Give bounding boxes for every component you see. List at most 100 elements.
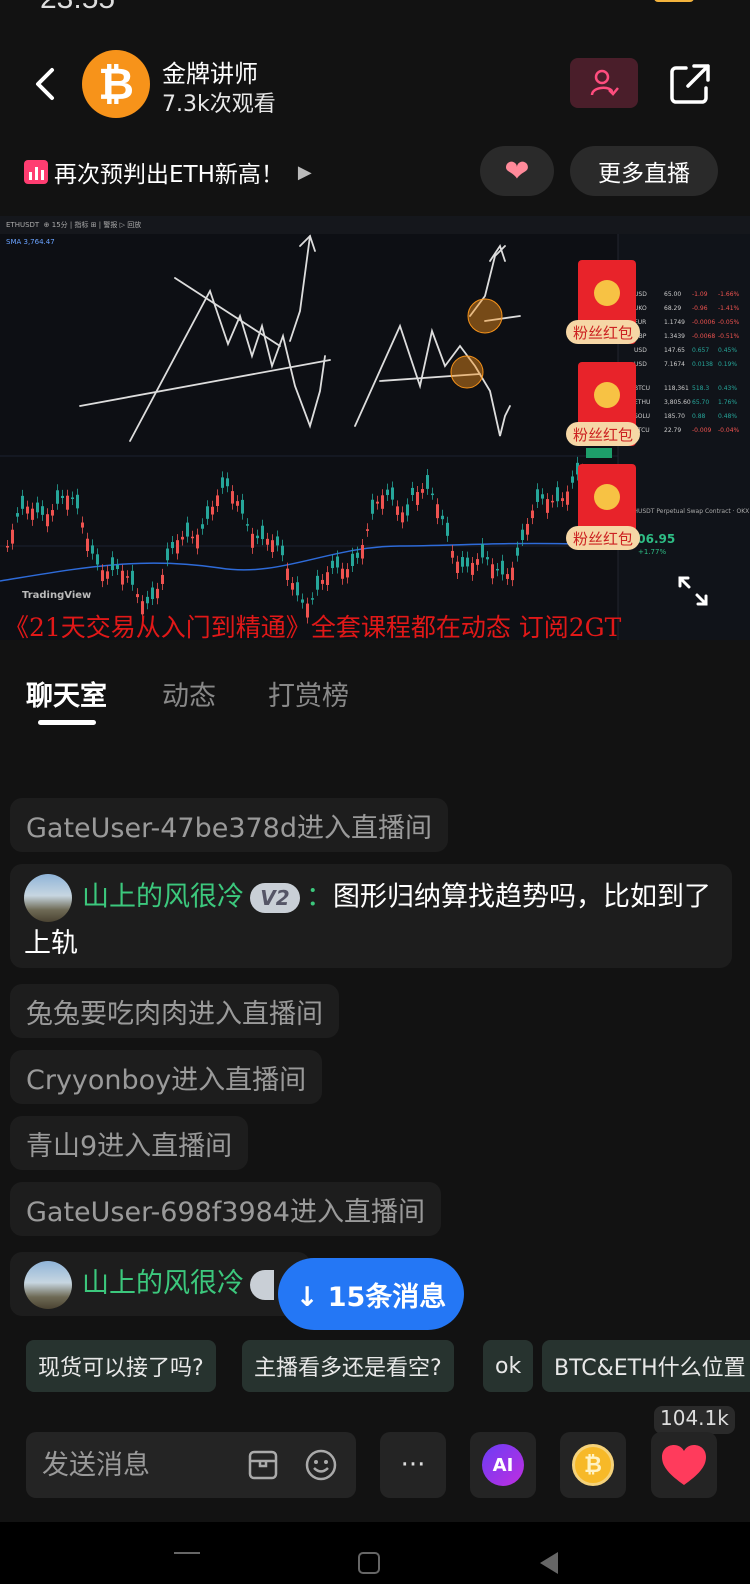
candle-body (216, 495, 219, 506)
candle-body (96, 554, 99, 565)
watchlist-cell: 185.70 (664, 413, 685, 420)
chat-message[interactable]: 山上的风很冷 V2 ：图形归纳算找趋势吗，比如到了上轨 (10, 864, 732, 968)
watchlist-cell: -0.96 (692, 305, 708, 312)
chat-username[interactable]: 山上的风很冷 (82, 1268, 244, 1299)
message-input[interactable] (42, 1440, 232, 1490)
live-topic[interactable]: 再次预判出ETH新高！ ▶ (24, 150, 312, 194)
quick-reply[interactable]: 现货可以接了吗? (26, 1340, 216, 1392)
candle-body (341, 568, 344, 579)
video-marquee: 《21天交易从入门到精通》全套课程都在动态 订阅2GT (4, 613, 622, 642)
chat-message-partial[interactable]: 山上的风很冷 (10, 1252, 310, 1316)
candle-body (496, 568, 499, 571)
candle-body (491, 564, 494, 579)
share-icon[interactable] (668, 62, 712, 106)
follow-button[interactable] (570, 58, 638, 108)
topic-text: 再次预判出ETH新高！ (54, 162, 284, 188)
candle-body (206, 506, 209, 519)
tab-bar: 聊天室 动态 打赏榜 (0, 660, 750, 730)
menu-nav-icon[interactable] (174, 1552, 200, 1554)
red-packet-label-3[interactable]: 粉丝红包 (566, 526, 640, 550)
ai-button[interactable]: AI (470, 1432, 536, 1498)
watchlist-cell: -1.09 (692, 291, 708, 298)
chat-entry: Cryyonboy进入直播间 (10, 1050, 323, 1104)
candle-body (511, 567, 514, 581)
like-button[interactable] (651, 1432, 717, 1498)
candle-body (421, 489, 424, 493)
fullscreen-icon[interactable] (676, 574, 710, 608)
quick-reply[interactable]: BTC&ETH什么位置 (542, 1340, 750, 1392)
heart-icon (662, 1445, 706, 1485)
emoji-icon[interactable] (304, 1448, 338, 1482)
system-nav-bar (0, 1522, 750, 1584)
candle-body (521, 529, 524, 541)
coin-icon (594, 382, 620, 408)
candle-body (391, 487, 394, 500)
quick-reply[interactable]: ok (483, 1340, 534, 1392)
candle-body (406, 504, 409, 516)
candle-body (171, 541, 174, 549)
watchlist-cell: 118,361 (664, 385, 689, 392)
new-messages-button[interactable]: ↓ 15条消息 (278, 1258, 464, 1330)
candle-body (36, 502, 39, 513)
candle-body (251, 533, 254, 548)
avatar[interactable] (24, 874, 72, 922)
candle-body (241, 499, 244, 514)
gift-coin-button[interactable]: ₿ (560, 1432, 626, 1498)
home-nav-icon[interactable] (358, 1552, 380, 1574)
more-live-button[interactable]: 更多直播 (570, 146, 718, 196)
candle-body (481, 544, 484, 558)
candle-body (351, 553, 354, 566)
candle-body (536, 489, 539, 502)
candle-body (71, 497, 74, 499)
candle-body (466, 557, 469, 567)
candle-body (371, 499, 374, 514)
candle-body (86, 538, 89, 552)
host-avatar[interactable]: ₿ (82, 50, 150, 118)
candle-body (561, 498, 564, 502)
heart-hands-button[interactable]: ❤ (480, 146, 554, 196)
tab-chat[interactable]: 聊天室 (26, 674, 107, 713)
back-nav-icon[interactable] (540, 1552, 558, 1574)
avatar[interactable] (24, 1260, 72, 1309)
host-name[interactable]: 金牌讲师 (162, 54, 258, 89)
tab-leaderboard[interactable]: 打赏榜 (268, 674, 349, 713)
watchlist-cell: 0.88 (692, 413, 706, 420)
candle-body (91, 545, 94, 554)
candle-body (471, 562, 474, 575)
back-arrow-icon[interactable] (30, 64, 60, 104)
big-change: +1.77% (638, 548, 667, 556)
candle-body (231, 491, 234, 504)
candle-body (436, 504, 439, 519)
candle-body (331, 560, 334, 569)
quick-reply[interactable]: 主播看多还是看空? (242, 1340, 454, 1392)
candle-body (6, 546, 9, 548)
bitcoin-coin-icon: ₿ (572, 1444, 614, 1486)
candle-body (541, 494, 544, 499)
more-button[interactable]: ··· (380, 1432, 446, 1498)
candle-body (101, 570, 104, 582)
candle-body (271, 540, 274, 553)
view-count: 7.3k次观看 (162, 92, 276, 117)
chat-entry: GateUser-698f3984进入直播间 (10, 1182, 441, 1236)
candle-body (336, 556, 339, 568)
chat-entry: GateUser-47be378d进入直播间 (10, 798, 449, 852)
candle-body (276, 536, 279, 546)
watchlist-cell: -0.05% (718, 319, 740, 326)
watchlist-cell: 1.1749 (664, 319, 685, 326)
chat-username[interactable]: 山上的风很冷 (82, 882, 244, 913)
sma-label: SMA 3,764.47 (6, 238, 55, 246)
candle-body (151, 587, 154, 600)
candle-body (566, 491, 569, 505)
live-bars-icon (24, 160, 48, 184)
follow-heart-user-icon (590, 69, 619, 96)
candle-body (431, 493, 434, 496)
message-input-box[interactable] (26, 1432, 356, 1498)
red-packet-label-1[interactable]: 粉丝红包 (566, 320, 640, 344)
tab-feed[interactable]: 动态 (162, 674, 216, 713)
sticker-box-icon[interactable] (246, 1448, 280, 1482)
live-video[interactable]: ETHUSDT ⊕ 15分 | 指标 ⊞ | 警报 ▷ 回放 USD 65.00… (0, 216, 750, 640)
watchlist-cell: -1.41% (718, 305, 740, 312)
live-header: ₿ 金牌讲师 7.3k次观看 (0, 40, 750, 130)
candle-body (451, 550, 454, 558)
red-packet-label-2[interactable]: 粉丝红包 (566, 422, 640, 446)
